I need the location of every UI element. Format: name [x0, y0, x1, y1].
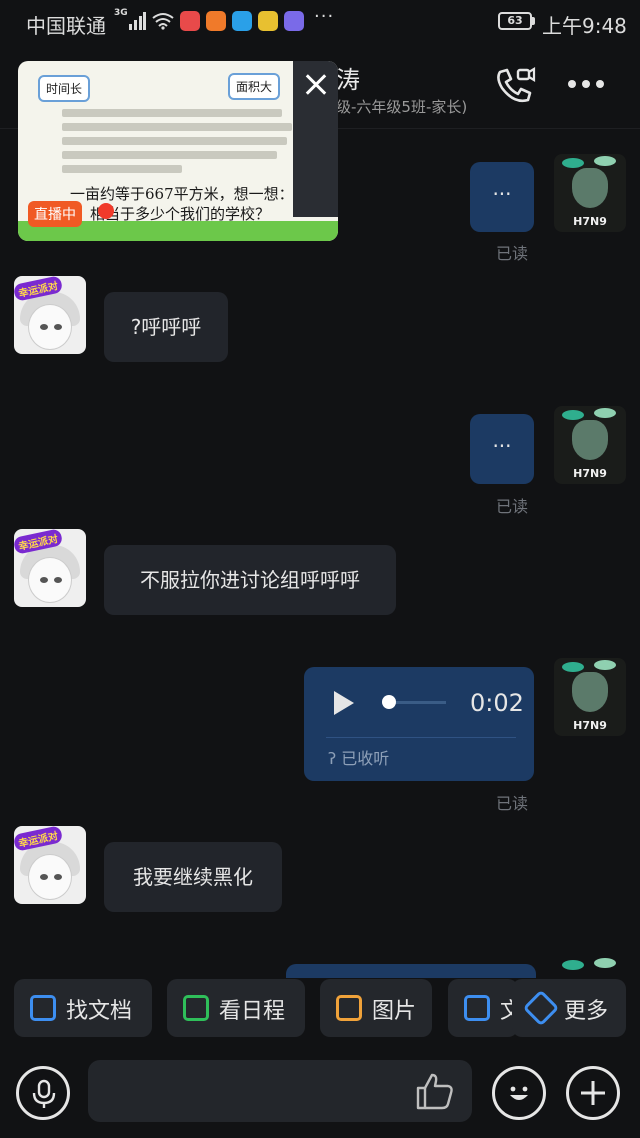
- battery-icon: 63: [498, 12, 532, 30]
- voice-input-button[interactable]: [16, 1066, 70, 1120]
- add-attachment-button[interactable]: [566, 1066, 620, 1120]
- live-indicator-dot: [98, 203, 114, 219]
- quick-action-calendar[interactable]: 看日程: [167, 979, 305, 1037]
- voice-divider: [326, 737, 516, 738]
- quick-action-label: 看日程: [219, 999, 286, 1024]
- live-tag-left: 时间长: [38, 75, 91, 102]
- voice-status: ʔ 已收听: [328, 745, 389, 769]
- signal-icon: [129, 12, 146, 30]
- avatar-self[interactable]: H7N9: [554, 154, 626, 232]
- contact-name[interactable]: 涛: [336, 60, 360, 95]
- live-text-line: [62, 151, 277, 159]
- message-bubble-other[interactable]: 我要继续黑化: [104, 842, 282, 912]
- battery-tip: [532, 17, 535, 25]
- voice-duration: 0:02: [470, 689, 524, 717]
- plus-icon: [581, 1081, 605, 1105]
- microphone-icon: [32, 1079, 56, 1108]
- voice-progress-track: [388, 701, 446, 704]
- voice-progress-knob[interactable]: [382, 695, 396, 709]
- status-bar: 中国联通 3G ··· 63 上午9:48: [0, 0, 640, 44]
- read-receipt: 已读: [496, 794, 529, 813]
- close-icon[interactable]: [293, 61, 338, 109]
- quick-action-label: 找文档: [66, 999, 133, 1024]
- quick-action-file[interactable]: 文: [448, 979, 518, 1037]
- smile-icon: [510, 1086, 528, 1100]
- live-text-line: [62, 137, 287, 145]
- live-text-line: [62, 165, 182, 173]
- message-bubble-other[interactable]: ?呼呼呼: [104, 292, 228, 362]
- image-icon: [336, 995, 362, 1021]
- contact-subtitle: 级-六年级5班-家长): [336, 98, 468, 116]
- message-bubble-self[interactable]: ···: [470, 414, 534, 484]
- app-tile-icon: [258, 11, 278, 31]
- quick-action-image[interactable]: 图片: [320, 979, 432, 1037]
- live-tag-right: 面积大: [228, 73, 281, 100]
- live-text-line: [62, 123, 292, 131]
- avatar-text: H7N9: [573, 719, 607, 732]
- wifi-icon: [152, 13, 174, 30]
- app-video-icon: [206, 11, 226, 31]
- avatar-other[interactable]: 幸运派对: [14, 826, 86, 904]
- ear-icon: ʔ: [328, 749, 342, 768]
- quick-action-label: 图片: [372, 999, 417, 1024]
- app-search-icon: [232, 11, 252, 31]
- voice-message[interactable]: 0:02 ʔ 已收听: [304, 667, 534, 781]
- app-book-icon: [180, 11, 200, 31]
- carrier-label: 中国联通: [26, 14, 106, 38]
- avatar-self-partial: [554, 956, 626, 978]
- status-more-icon: ···: [314, 6, 335, 27]
- avatar-self[interactable]: H7N9: [554, 658, 626, 736]
- live-badge: 直播中: [28, 201, 82, 227]
- message-bubble-self[interactable]: ···: [470, 162, 534, 232]
- folder-icon: [464, 995, 490, 1021]
- avatar-self[interactable]: H7N9: [554, 406, 626, 484]
- more-options-icon[interactable]: [566, 76, 606, 92]
- live-stream-window[interactable]: 时间长 面积大 一亩约等于667平方米，想一想：三 相当于多少个我们的学校？ 直…: [18, 61, 338, 241]
- quick-action-more[interactable]: 更多: [512, 979, 626, 1037]
- thumbs-up-icon[interactable]: [414, 1072, 456, 1110]
- network-type: 3G: [114, 8, 128, 18]
- read-receipt: 已读: [496, 497, 529, 516]
- message-bubble-other[interactable]: 不服拉你进讨论组呼呼呼: [104, 545, 396, 615]
- play-icon[interactable]: [334, 691, 354, 715]
- video-call-icon[interactable]: [494, 66, 536, 106]
- calendar-icon: [183, 995, 209, 1021]
- quick-action-label: 更多: [564, 999, 609, 1024]
- message-bubble-self-partial: [286, 964, 536, 978]
- doc-search-icon: [30, 995, 56, 1021]
- clock: 上午9:48: [542, 14, 627, 38]
- voice-status-label: 已收听: [341, 749, 390, 768]
- more-apps-icon: [522, 989, 560, 1027]
- live-question-line1: 一亩约等于667平方米，想一想：三: [70, 185, 300, 203]
- quick-action-find-doc[interactable]: 找文档: [14, 979, 152, 1037]
- avatar-text: H7N9: [573, 467, 607, 480]
- avatar-other[interactable]: 幸运派对: [14, 276, 86, 354]
- emoji-button[interactable]: [492, 1066, 546, 1120]
- avatar-text: H7N9: [573, 215, 607, 228]
- live-text-line: [62, 109, 282, 117]
- avatar-other[interactable]: 幸运派对: [14, 529, 86, 607]
- read-receipt: 已读: [496, 244, 529, 263]
- app-music-icon: [284, 11, 304, 31]
